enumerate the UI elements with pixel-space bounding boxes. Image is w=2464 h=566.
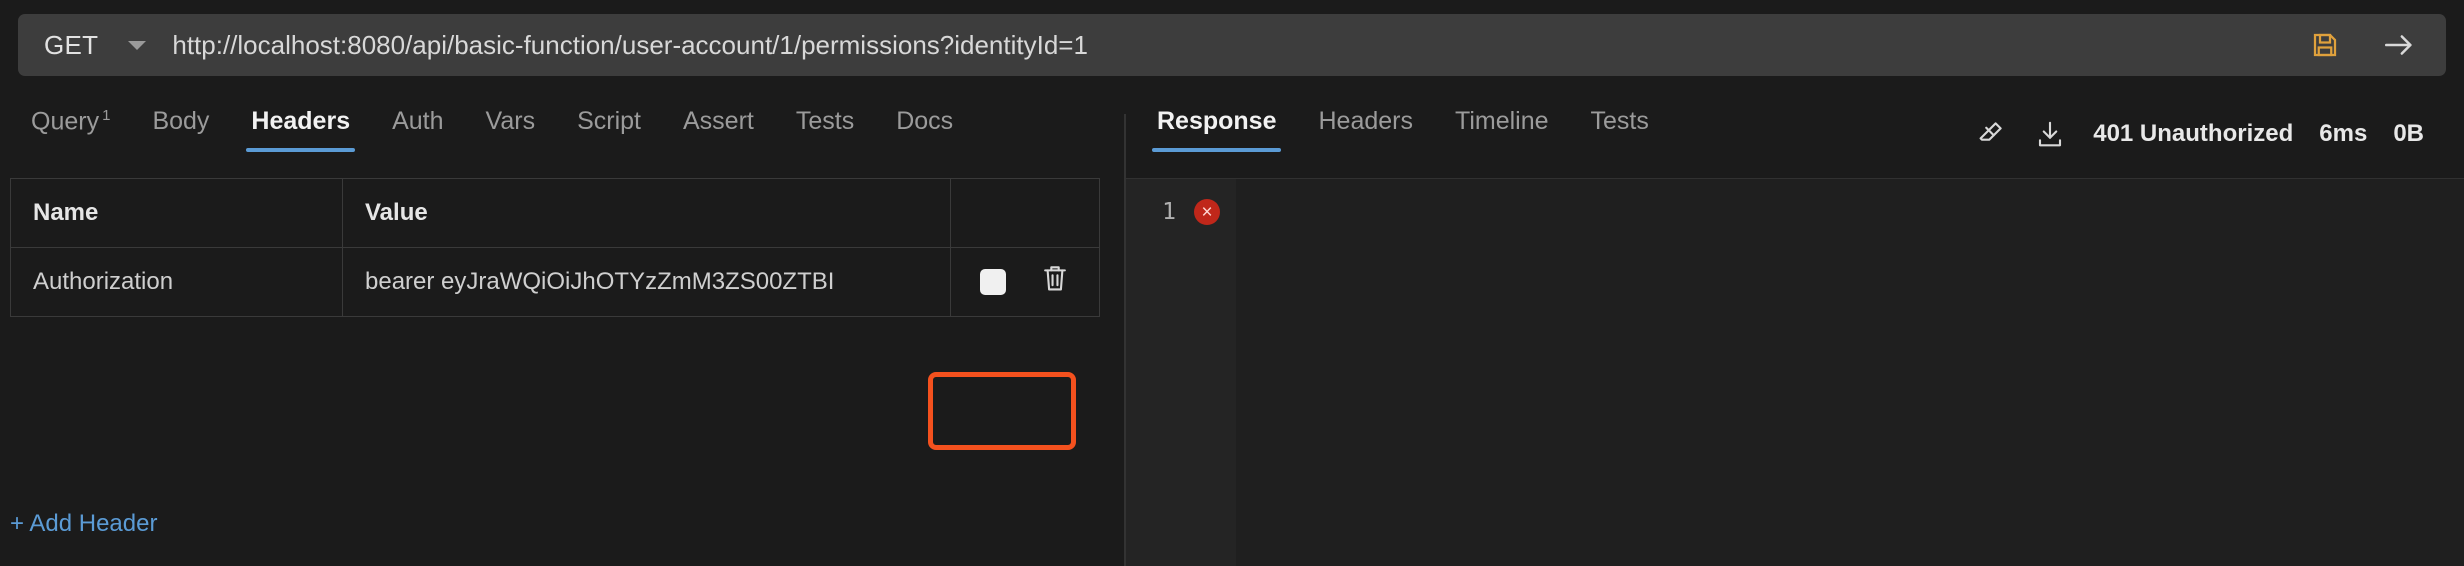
- tab-body-label: Body: [152, 107, 210, 135]
- tab-timeline-label: Timeline: [1454, 107, 1549, 135]
- tab-assert-label: Assert: [683, 107, 754, 135]
- response-time: 6ms: [2319, 120, 2368, 147]
- eraser-icon[interactable]: [1973, 117, 2007, 151]
- error-circle-icon[interactable]: ×: [1194, 199, 1220, 225]
- gutter-row: 1 ×: [1126, 193, 1236, 231]
- tab-body[interactable]: Body: [131, 107, 230, 152]
- response-pane: Response Headers Timeline Tests 401 Unau…: [1126, 90, 2464, 566]
- tab-docs-label: Docs: [896, 107, 954, 135]
- request-tabs: Query 1 Body Headers Auth Vars Script Ass…: [0, 90, 1124, 152]
- status-badge: 401 Unauthorized: [2093, 120, 2294, 147]
- add-header-button[interactable]: + Add Header: [10, 510, 157, 538]
- tab-docs[interactable]: Docs: [875, 107, 974, 152]
- row-actions: [951, 248, 1099, 316]
- tab-headers-label: Headers: [251, 107, 351, 135]
- headers-table: Name Value Authorization bearer eyJraWQi…: [10, 178, 1100, 317]
- header-name-cell[interactable]: Authorization: [11, 248, 343, 316]
- tab-vars-label: Vars: [485, 107, 536, 135]
- tab-response[interactable]: Response: [1136, 107, 1297, 152]
- download-icon[interactable]: [2033, 117, 2067, 151]
- tab-resp-tests[interactable]: Tests: [1570, 107, 1670, 152]
- tab-headers[interactable]: Headers: [230, 107, 371, 152]
- tab-tests[interactable]: Tests: [775, 107, 875, 152]
- tab-auth-label: Auth: [392, 107, 444, 135]
- tab-query[interactable]: Query 1: [10, 107, 131, 152]
- response-code-area[interactable]: [1236, 179, 2464, 566]
- column-header-value: Value: [343, 179, 951, 247]
- http-method-label[interactable]: GET: [18, 30, 98, 61]
- save-disk-icon[interactable]: [2308, 28, 2342, 62]
- chevron-down-icon[interactable]: [128, 40, 147, 50]
- tab-response-label: Response: [1157, 107, 1277, 135]
- tab-assert[interactable]: Assert: [662, 107, 775, 152]
- url-input[interactable]: http://localhost:8080/api/basic-function…: [146, 30, 2308, 61]
- request-pane: Query 1 Body Headers Auth Vars Script Ass…: [0, 90, 1124, 566]
- tab-resp-tests-label: Tests: [1590, 107, 1649, 135]
- tab-auth[interactable]: Auth: [371, 107, 464, 152]
- url-bar: GET http://localhost:8080/api/basic-func…: [18, 14, 2446, 76]
- row-actions-highlight: [928, 372, 1076, 450]
- url-bar-actions: [2308, 28, 2446, 62]
- tab-resp-headers-label: Headers: [1318, 107, 1413, 135]
- column-header-actions: [951, 179, 1099, 247]
- tab-script-label: Script: [577, 107, 641, 135]
- response-size: 0B: [2393, 120, 2424, 147]
- trash-icon[interactable]: [1040, 263, 1070, 302]
- table-header-row: Name Value: [11, 179, 1099, 248]
- tab-timeline[interactable]: Timeline: [1434, 107, 1570, 152]
- tab-resp-headers[interactable]: Headers: [1297, 107, 1434, 152]
- tab-tests-label: Tests: [795, 107, 855, 135]
- table-row: Authorization bearer eyJraWQiOiJhOTYzZmM…: [11, 248, 1099, 316]
- response-body: 1 ×: [1126, 178, 2464, 566]
- response-status-group: 401 Unauthorized 6ms 0B: [1955, 106, 2442, 162]
- main-panes: Query 1 Body Headers Auth Vars Script Ass…: [0, 90, 2464, 566]
- tab-vars[interactable]: Vars: [465, 107, 557, 152]
- response-gutter: 1 ×: [1126, 179, 1236, 566]
- tab-query-badge: 1: [102, 106, 111, 124]
- tab-query-label: Query: [31, 107, 100, 135]
- column-header-name: Name: [11, 179, 343, 247]
- arrow-right-icon[interactable]: [2382, 28, 2416, 62]
- checkbox-checked-icon[interactable]: [980, 269, 1006, 295]
- tab-script[interactable]: Script: [556, 107, 662, 152]
- header-value-cell[interactable]: bearer eyJraWQiOiJhOTYzZmM3ZS00ZTBI: [343, 248, 951, 316]
- line-number: 1: [1162, 199, 1176, 225]
